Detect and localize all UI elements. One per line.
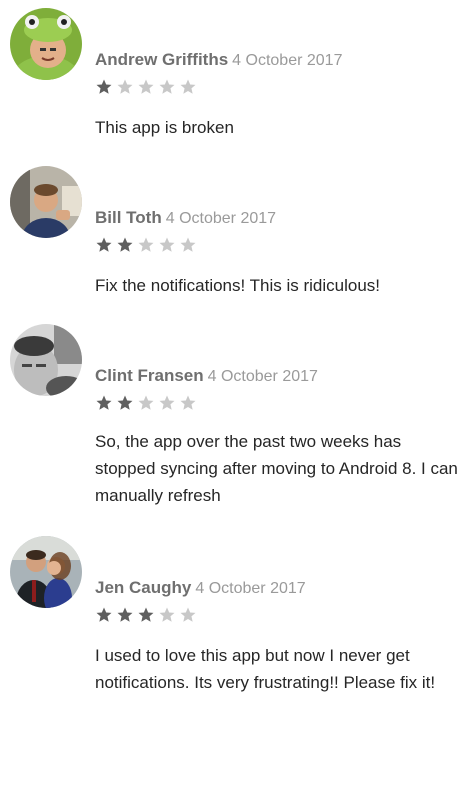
star-empty-icon	[180, 395, 196, 410]
star-rating	[95, 78, 197, 96]
star-filled-icon	[96, 607, 112, 622]
review-header: Jen Caughy 4 October 2017	[95, 578, 306, 598]
star-empty-icon	[159, 237, 175, 252]
star-filled-icon	[96, 395, 112, 410]
avatar[interactable]	[10, 536, 82, 608]
star-filled-icon	[96, 237, 112, 252]
avatar-image	[10, 166, 82, 238]
review-header: Bill Toth 4 October 2017	[95, 208, 276, 228]
review-header: Andrew Griffiths 4 October 2017	[95, 50, 342, 70]
review-card: Jen Caughy 4 October 2017 I used to love …	[0, 536, 474, 696]
review-date: 4 October 2017	[232, 52, 343, 69]
review-card: Clint Fransen 4 October 2017 So, the app …	[0, 324, 474, 524]
star-filled-icon	[96, 79, 112, 94]
star-empty-icon	[138, 395, 154, 410]
star-rating	[95, 236, 197, 254]
review-card: Bill Toth 4 October 2017 Fix the notifica…	[0, 166, 474, 316]
star-empty-icon	[117, 79, 133, 94]
star-empty-icon	[159, 79, 175, 94]
star-rating	[95, 606, 197, 624]
author-name[interactable]: Bill Toth	[95, 208, 162, 227]
star-empty-icon	[138, 79, 154, 94]
avatar[interactable]	[10, 166, 82, 238]
review-text: I used to love this app but now I never …	[95, 646, 436, 692]
star-empty-icon	[180, 79, 196, 94]
star-filled-icon	[117, 237, 133, 252]
review-date: 4 October 2017	[207, 368, 318, 385]
author-name[interactable]: Jen Caughy	[95, 578, 191, 597]
star-filled-icon	[117, 607, 133, 622]
star-empty-icon	[138, 237, 154, 252]
star-filled-icon	[138, 607, 154, 622]
review-date: 4 October 2017	[195, 580, 306, 597]
avatar[interactable]	[10, 8, 82, 80]
review-text: This app is broken	[95, 118, 234, 137]
author-name[interactable]: Clint Fransen	[95, 366, 204, 385]
star-filled-icon	[117, 395, 133, 410]
star-empty-icon	[159, 607, 175, 622]
avatar-image	[10, 324, 82, 396]
review-card: Andrew Griffiths 4 October 2017 This app …	[0, 8, 474, 158]
review-header: Clint Fransen 4 October 2017	[95, 366, 318, 386]
review-text: So, the app over the past two weeks has …	[95, 432, 458, 505]
star-rating	[95, 394, 197, 412]
star-empty-icon	[180, 607, 196, 622]
avatar[interactable]	[10, 324, 82, 396]
star-empty-icon	[180, 237, 196, 252]
review-date: 4 October 2017	[165, 210, 277, 227]
avatar-image	[10, 8, 82, 80]
star-empty-icon	[159, 395, 175, 410]
avatar-image	[10, 536, 82, 608]
review-text: Fix the notifications! This is ridiculou…	[95, 276, 381, 295]
author-name[interactable]: Andrew Griffiths	[95, 50, 228, 69]
